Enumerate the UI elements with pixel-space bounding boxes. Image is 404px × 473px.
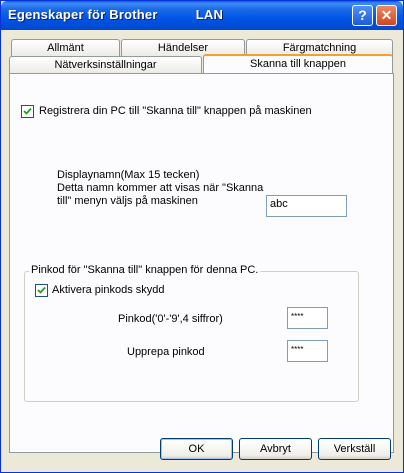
help-icon: ? [358, 7, 367, 23]
tab-label: Nätverksinställningar [54, 59, 157, 71]
help-button[interactable]: ? [352, 5, 373, 26]
cancel-button[interactable]: Avbryt [239, 438, 312, 460]
close-button[interactable]: ✕ [376, 5, 397, 26]
tab-area: Allmänt Händelser Färgmatchning Nätverks… [1, 30, 403, 472]
title-bar[interactable]: Egenskaper för Brother LAN ? ✕ [1, 1, 403, 30]
display-name-label-line3: till" menyn väljs på maskinen [57, 195, 198, 207]
tab-label: Allmänt [47, 42, 84, 54]
register-checkbox[interactable] [21, 105, 34, 118]
tab-natverksinstallningar[interactable]: Nätverksinställningar [9, 56, 202, 73]
tab-allmant[interactable]: Allmänt [11, 39, 120, 56]
enable-pin-label: Aktivera pinkods skydd [52, 284, 165, 296]
properties-dialog: Egenskaper för Brother LAN ? ✕ Allmänt H… [0, 0, 404, 473]
window-title: Egenskaper för Brother LAN [8, 7, 224, 22]
display-name-input[interactable]: abc [266, 195, 347, 217]
apply-button[interactable]: Verkställ [318, 438, 391, 460]
display-name-label-line1: Displaynamn(Max 15 tecken) [57, 169, 200, 181]
tab-panel: Registrera din PC till "Skanna till" kna… [9, 73, 394, 453]
repeat-pin-input[interactable]: **** [287, 340, 328, 362]
pin-label: Pinkod('0'-'9',4 siffror) [118, 313, 223, 325]
repeat-pin-value: **** [291, 345, 304, 354]
tab-label: Händelser [157, 42, 209, 54]
display-name-label-line2: Detta namn kommer att visas när "Skanna [57, 182, 264, 194]
display-name-value: abc [270, 198, 288, 210]
enable-pin-checkbox[interactable] [35, 284, 48, 297]
ok-button[interactable]: OK [160, 438, 233, 460]
tab-skanna-till-knappen[interactable]: Skanna till knappen [203, 54, 393, 73]
pin-value: **** [291, 312, 304, 321]
pin-group-title: Pinkod för "Skanna till" knappen för den… [29, 264, 261, 276]
tab-label: Färgmatchning [282, 42, 357, 54]
checkmark-icon [37, 286, 46, 294]
repeat-pin-label: Upprepa pinkod [127, 346, 205, 358]
checkmark-icon [23, 107, 32, 115]
close-icon: ✕ [380, 7, 393, 23]
register-checkbox-label: Registrera din PC till "Skanna till" kna… [39, 105, 312, 117]
tab-label: Skanna till knappen [249, 58, 346, 70]
pin-input[interactable]: **** [287, 307, 328, 329]
